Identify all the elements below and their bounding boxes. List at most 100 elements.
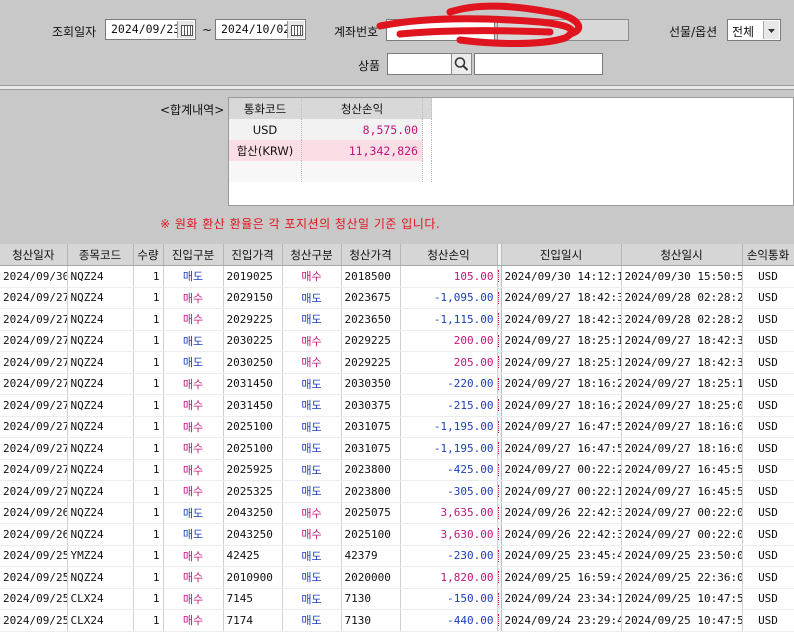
table-cell: 2024/09/27 18:25:16 (501, 330, 622, 352)
table-cell: NQZ24 (67, 502, 134, 524)
table-cell: 1 (133, 394, 164, 417)
futures-options-value: 전체 (732, 25, 755, 39)
table-row[interactable]: 2024/09/30 NQZ24 1 매도 2019025 매수 2018500 105.00… (0, 265, 794, 288)
table-cell: 2030250 (223, 351, 283, 374)
calendar-icon[interactable] (287, 21, 304, 38)
summary-label: <합계내역> (160, 103, 225, 117)
table-row[interactable]: 2024/09/25 CLX24 1 매수 7174 매도 7130 -440.00 2024/… (0, 609, 794, 632)
table-cell: USD (742, 330, 794, 352)
table-cell: 7130 (341, 609, 401, 632)
table-cell: 2024/09/30 14:12:14 (501, 265, 622, 288)
col-header[interactable]: 청산일자 (0, 244, 68, 266)
table-cell: NQZ24 (67, 523, 134, 546)
table-cell: 매도 (163, 523, 224, 546)
table-cell: USD (742, 351, 794, 374)
query-date-label: 조회일자 (52, 25, 97, 39)
table-cell: 2024/09/27 (0, 416, 68, 438)
table-cell: -1,095.00 (400, 287, 498, 309)
table-row[interactable]: 2024/09/27 NQZ24 1 매수 2029150 매도 2023675 -1,095… (0, 287, 794, 309)
col-header[interactable]: 진입가격 (223, 244, 283, 266)
table-cell: 2025100 (223, 437, 283, 460)
start-date-input[interactable]: 2024/09/23 (105, 19, 196, 40)
table-cell: 2024/09/26 22:42:33 (501, 502, 622, 524)
table-row[interactable]: 2024/09/25 NQZ24 1 매수 2010900 매도 2020000 1,820.… (0, 566, 794, 589)
table-cell: 7145 (223, 588, 283, 610)
table-cell: 2024/09/27 18:25:10 (621, 373, 743, 395)
table-row[interactable]: 2024/09/27 NQZ24 1 매도 2030225 매수 2029225 200.00… (0, 330, 794, 352)
table-cell: 2024/09/27 00:22:07 (621, 523, 743, 546)
table-cell: 2031450 (223, 394, 283, 417)
table-cell: 1 (133, 459, 164, 481)
table-cell: 매수 (163, 394, 224, 417)
settlement-table: 청산일자 종목코드 수량 진입구분 진입가격 청산구분 청산가격 청산손익 진입… (0, 244, 794, 632)
table-row[interactable]: 2024/09/27 NQZ24 1 매수 2025100 매도 2031075 -1,195… (0, 437, 794, 460)
table-cell: 매도 (282, 308, 342, 331)
table-cell: 1 (133, 265, 164, 288)
end-date-input[interactable]: 2024/10/02 (215, 19, 306, 40)
table-cell: 2024/09/25 10:47:54 (621, 588, 743, 610)
product-name-field[interactable] (474, 53, 603, 75)
futures-options-label: 선물/옵션 (669, 25, 718, 39)
start-date-value: 2024/09/23 (111, 22, 181, 36)
col-header[interactable]: 진입구분 (163, 244, 224, 266)
table-row[interactable]: 2024/09/27 NQZ24 1 매수 2025100 매도 2031075 -1,195… (0, 416, 794, 438)
table-cell: 매도 (163, 351, 224, 374)
col-header[interactable]: 청산가격 (341, 244, 401, 266)
table-row[interactable]: 2024/09/25 CLX24 1 매수 7145 매도 7130 -150.00 2024/… (0, 588, 794, 610)
table-cell: 2025925 (223, 459, 283, 481)
col-header[interactable]: 종목코드 (67, 244, 134, 266)
table-cell: 2024/09/25 22:36:03 (621, 566, 743, 589)
col-header[interactable]: 수량 (133, 244, 164, 266)
summary-currency: USD (229, 119, 302, 140)
table-cell: 2025100 (341, 523, 401, 546)
table-cell: 2024/09/27 18:42:32 (621, 351, 743, 374)
table-cell: NQZ24 (67, 330, 134, 352)
col-header[interactable]: 청산구분 (282, 244, 342, 266)
table-cell: 2024/09/25 23:45:48 (501, 545, 622, 567)
table-cell: 2024/09/28 02:28:21 (621, 287, 743, 309)
calendar-icon[interactable] (177, 21, 194, 38)
table-cell: 2024/09/27 (0, 480, 68, 503)
table-cell: 2024/09/27 18:42:36 (501, 308, 622, 331)
table-cell: 2024/09/27 18:16:07 (621, 416, 743, 438)
table-cell: NQZ24 (67, 287, 134, 309)
table-row[interactable]: 2024/09/25 YMZ24 1 매수 42425 매도 42379 -230.00 202… (0, 545, 794, 567)
table-cell: 2024/09/24 23:29:43 (501, 609, 622, 632)
col-header[interactable]: 손익통화 (742, 244, 794, 266)
table-cell: 매도 (282, 416, 342, 438)
table-cell: USD (742, 416, 794, 438)
table-cell: 2023800 (341, 459, 401, 481)
table-row[interactable]: 2024/09/26 NQZ24 1 매도 2043250 매수 2025100 3,630.… (0, 523, 794, 546)
table-cell: NQZ24 (67, 416, 134, 438)
table-cell: 매도 (282, 480, 342, 503)
table-cell: 2030375 (341, 394, 401, 417)
table-row[interactable]: 2024/09/26 NQZ24 1 매도 2043250 매수 2025075 3,635.… (0, 502, 794, 524)
table-cell: 2023650 (341, 308, 401, 331)
col-header[interactable]: 청산손익 (400, 244, 498, 266)
table-cell: USD (742, 545, 794, 567)
table-cell: -305.00 (400, 480, 498, 503)
table-cell: CLX24 (67, 609, 134, 632)
table-cell: USD (742, 588, 794, 610)
col-header[interactable]: 청산일시 (621, 244, 743, 266)
table-cell: NQZ24 (67, 566, 134, 589)
chevron-down-icon[interactable] (763, 21, 779, 39)
table-cell: 매도 (282, 287, 342, 309)
table-cell: 2024/09/25 (0, 588, 68, 610)
table-row[interactable]: 2024/09/27 NQZ24 1 매수 2029225 매도 2023650 -1,115… (0, 308, 794, 331)
table-cell: 1 (133, 480, 164, 503)
table-row[interactable]: 2024/09/27 NQZ24 1 매도 2030250 매수 2029225 205.00… (0, 351, 794, 374)
col-header[interactable]: 진입일시 (501, 244, 622, 266)
summary-header-currency: 통화코드 (229, 98, 302, 119)
table-cell: 매수 (282, 351, 342, 374)
table-row[interactable]: 2024/09/27 NQZ24 1 매수 2025925 매도 2023800 -425.0… (0, 459, 794, 481)
table-cell: 2024/09/30 (0, 265, 68, 288)
summary-currency: 합산(KRW) (229, 140, 302, 161)
search-button[interactable] (451, 53, 472, 75)
product-code-input[interactable] (387, 53, 453, 75)
table-row[interactable]: 2024/09/27 NQZ24 1 매수 2031450 매도 2030375 -215.0… (0, 394, 794, 417)
table-row[interactable]: 2024/09/27 NQZ24 1 매수 2025325 매도 2023800 -305.0… (0, 480, 794, 503)
futures-options-select[interactable]: 전체 (727, 19, 781, 41)
table-row[interactable]: 2024/09/27 NQZ24 1 매수 2031450 매도 2030350 -220.0… (0, 373, 794, 395)
table-cell: 2024/09/27 (0, 330, 68, 352)
